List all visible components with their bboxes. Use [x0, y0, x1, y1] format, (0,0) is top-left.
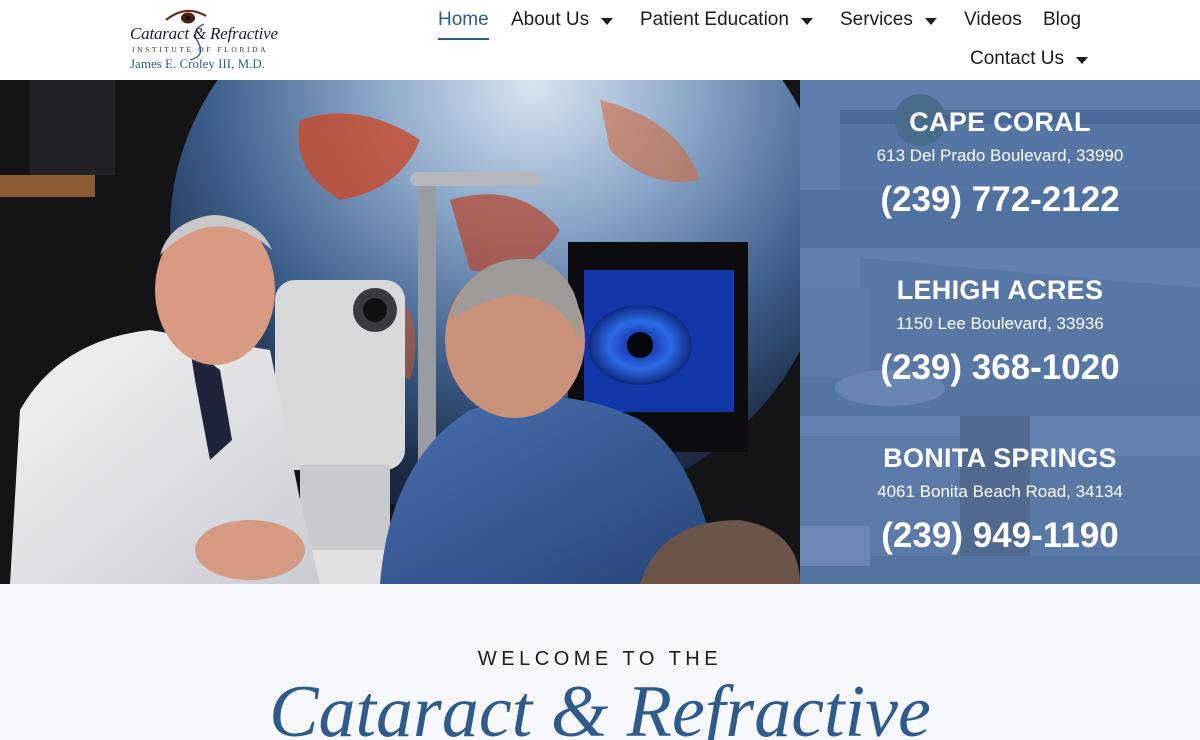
welcome-kicker: WELCOME TO THE — [477, 648, 723, 670]
location-phone[interactable]: (239) 949-1190 — [800, 516, 1200, 556]
location-address: 1150 Lee Boulevard, 33936 — [896, 314, 1104, 333]
hero-image — [0, 80, 800, 584]
nav-contact-us-label: Contact Us — [970, 48, 1064, 69]
locations-panel: CAPE CORAL 613 Del Prado Boulevard, 3399… — [800, 80, 1200, 584]
nav-blog-label: Blog — [1043, 9, 1082, 30]
location-address: 4061 Bonita Beach Road, 34134 — [877, 482, 1123, 501]
nav-videos[interactable]: Videos — [964, 8, 1022, 32]
nav-videos-label: Videos — [964, 9, 1022, 30]
site-logo[interactable]: Cataract & Refractive INSTITUTE OF FLORI… — [126, 4, 286, 74]
nav-blog[interactable]: Blog — [1043, 8, 1081, 32]
location-phone[interactable]: (239) 368-1020 — [800, 348, 1200, 388]
welcome-title: Cataract & Refractive — [269, 671, 931, 740]
location-card-cape-coral[interactable]: CAPE CORAL 613 Del Prado Boulevard, 3399… — [800, 80, 1200, 248]
nav-services[interactable]: Services — [840, 8, 937, 32]
site-header: Cataract & Refractive INSTITUTE OF FLORI… — [0, 0, 1200, 80]
location-name: CAPE CORAL — [909, 107, 1091, 137]
location-card-bonita-springs[interactable]: BONITA SPRINGS 4061 Bonita Beach Road, 3… — [800, 416, 1200, 584]
nav-home[interactable]: Home — [438, 8, 489, 32]
nav-about-us[interactable]: About Us — [511, 8, 614, 32]
location-name: LEHIGH ACRES — [896, 275, 1104, 305]
doctor-exam-photo — [0, 80, 800, 584]
caret-down-icon — [800, 17, 813, 25]
location-name: BONITA SPRINGS — [883, 443, 1117, 473]
caret-down-icon — [601, 17, 614, 25]
nav-home-label: Home — [438, 9, 489, 30]
nav-contact-us[interactable]: Contact Us — [970, 47, 1088, 71]
nav-patient-education[interactable]: Patient Education — [640, 8, 813, 32]
logo-subtitle: INSTITUTE OF FLORIDA — [132, 45, 269, 54]
location-address: 613 Del Prado Boulevard, 33990 — [876, 146, 1124, 165]
nav-about-us-label: About Us — [511, 9, 590, 30]
caret-down-icon — [924, 17, 937, 25]
logo-title: Cataract & Refractive — [130, 24, 278, 43]
logo-doctor-name: James E. Croley III, M.D. — [130, 56, 266, 71]
location-card-lehigh-acres[interactable]: LEHIGH ACRES 1150 Lee Boulevard, 33936 (… — [800, 248, 1200, 416]
location-phone[interactable]: (239) 772-2122 — [800, 180, 1200, 220]
caret-down-icon — [1075, 56, 1088, 64]
welcome-section: WELCOME TO THE Cataract & Refractive — [0, 584, 1200, 740]
nav-patient-education-label: Patient Education — [640, 9, 789, 30]
nav-active-underline — [438, 38, 489, 40]
nav-services-label: Services — [840, 9, 913, 30]
